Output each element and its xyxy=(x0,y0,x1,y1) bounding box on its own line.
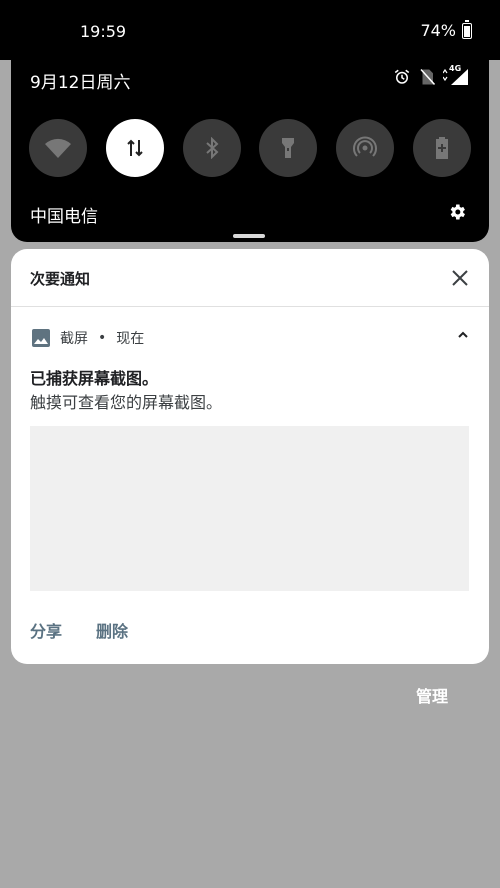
tile-hotspot[interactable] xyxy=(336,119,395,177)
notification-title: 已捕获屏幕截图。 xyxy=(30,369,159,388)
tile-mobile-data[interactable] xyxy=(105,119,164,177)
notification-text: 触摸可查看您的屏幕截图。 xyxy=(30,393,223,412)
hotspot-icon xyxy=(353,136,378,157)
screenshot-preview[interactable] xyxy=(30,426,469,591)
alarm-icon xyxy=(394,69,410,84)
bluetooth-icon xyxy=(205,137,219,159)
image-icon xyxy=(32,329,50,347)
notification-actions: 分享 删除 xyxy=(30,618,128,642)
qs-date[interactable]: 9月12日周六 xyxy=(30,68,130,93)
carrier-name: 中国电信 xyxy=(30,207,98,227)
qs-tiles xyxy=(29,119,471,177)
section-title: 次要通知 xyxy=(30,270,91,288)
delete-button[interactable]: 删除 xyxy=(96,618,128,642)
battery-fill xyxy=(464,26,470,37)
app-name: 截屏 xyxy=(60,331,88,347)
no-sim-icon xyxy=(420,68,435,86)
battery-percent: 74% xyxy=(420,21,456,40)
tile-flashlight[interactable] xyxy=(259,119,318,177)
flashlight-icon xyxy=(282,138,295,158)
manage-button[interactable]: 管理 xyxy=(416,683,448,707)
share-button[interactable]: 分享 xyxy=(30,618,62,642)
divider xyxy=(11,306,489,307)
wifi-icon xyxy=(45,138,71,158)
signal-icon xyxy=(443,68,468,85)
status-time: 19:59 xyxy=(80,22,127,41)
drag-handle[interactable] xyxy=(233,234,265,238)
notification-time: 现在 xyxy=(116,331,145,347)
battery-saver-icon xyxy=(435,137,448,159)
notification-app-row: 截屏 • 现在 xyxy=(32,328,144,348)
notification-card[interactable]: 次要通知 截屏 • 现在 已捕获屏幕截图。 触摸可查看您的屏幕截图。 分享 删除 xyxy=(11,249,489,664)
status-right: 74% xyxy=(420,19,472,40)
network-4g-signal: 4G xyxy=(443,64,469,86)
tile-wifi[interactable] xyxy=(29,119,87,177)
qs-status-icons: 4G xyxy=(393,64,469,86)
separator-dot: • xyxy=(98,330,107,346)
tile-battery-saver[interactable] xyxy=(412,119,471,177)
tile-bluetooth[interactable] xyxy=(182,119,241,177)
close-icon[interactable] xyxy=(449,267,471,289)
quick-settings-panel: 9月12日周六 4G 中国电信 xyxy=(11,48,489,242)
settings-gear-icon[interactable] xyxy=(447,202,467,222)
chevron-up-icon[interactable] xyxy=(457,331,469,339)
mobile-data-icon xyxy=(127,139,143,157)
battery-icon xyxy=(462,19,472,39)
